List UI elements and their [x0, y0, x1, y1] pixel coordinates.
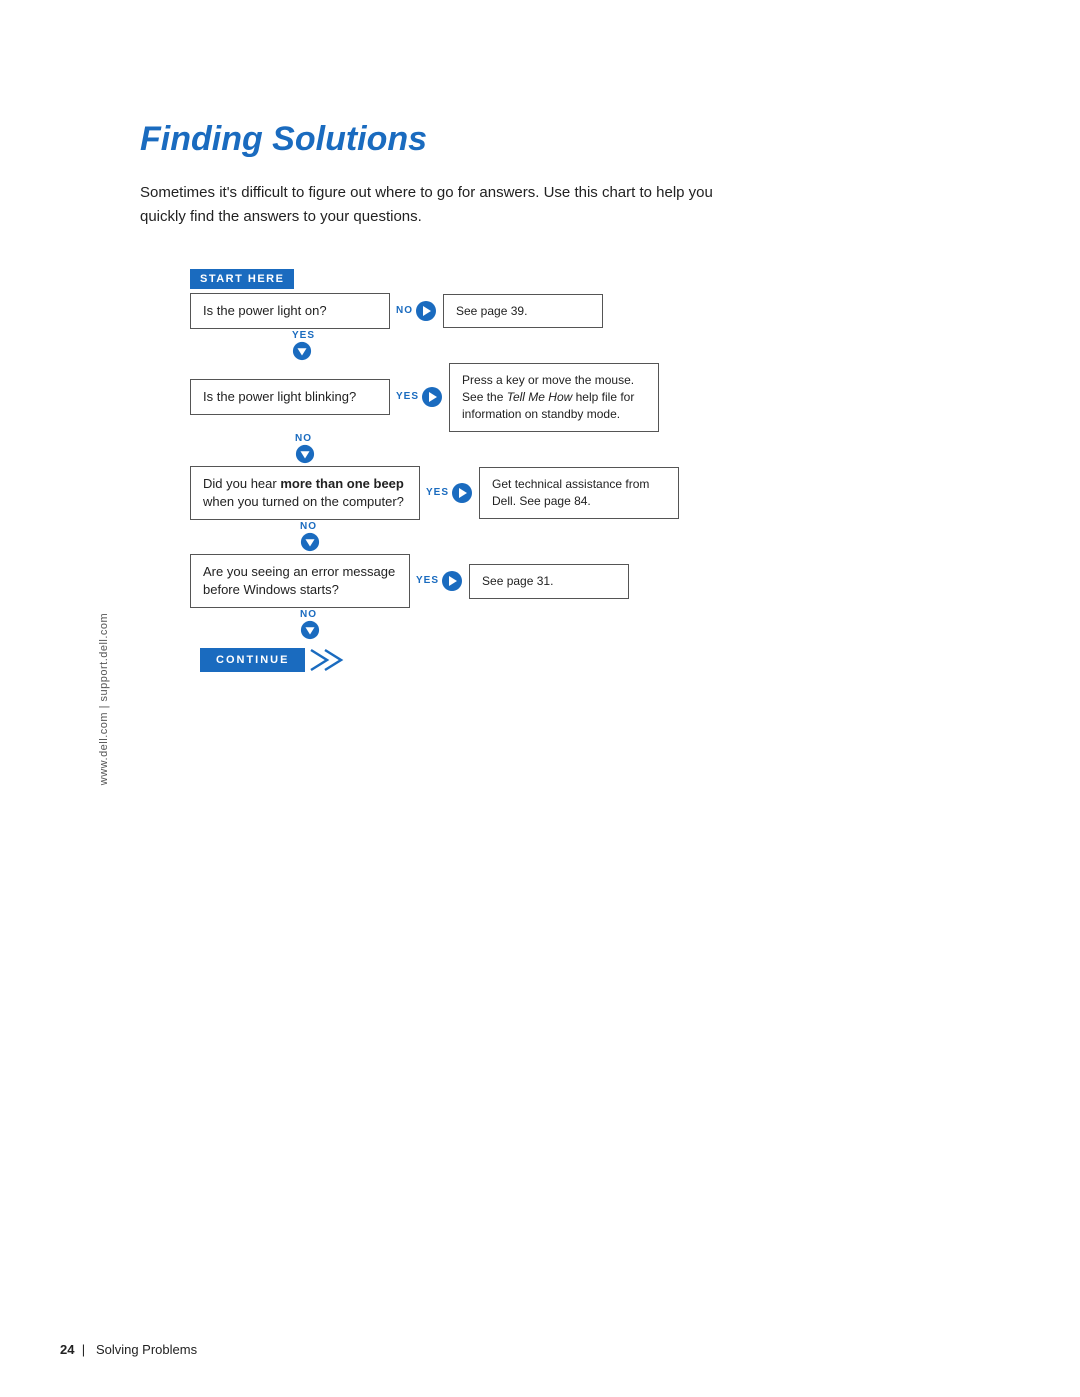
no-down-arrow-2: [295, 444, 315, 464]
continue-label: CONTINUE: [200, 648, 305, 672]
no-arrow-icon-1: [415, 300, 437, 322]
start-here-badge: START HERE: [190, 269, 294, 289]
footer-section: Solving Problems: [96, 1342, 197, 1357]
flow-row-4: Are you seeing an error message before W…: [190, 554, 750, 608]
footer: 24 | Solving Problems: [60, 1342, 197, 1357]
flow-down-2: NO: [210, 434, 750, 464]
page-title: Finding Solutions: [140, 120, 1000, 159]
question-box-1: Is the power light on?: [190, 293, 390, 329]
question-box-4: Are you seeing an error message before W…: [190, 554, 410, 608]
answer-box-3: Get technical assistance from Dell. See …: [479, 467, 679, 519]
question-box-2: Is the power light blinking?: [190, 379, 390, 415]
yes-arrow-icon-3: [451, 482, 473, 504]
yes-connector-3: YES: [426, 482, 473, 504]
continue-arrow-icon: [309, 646, 347, 674]
no-down-arrow-4: [300, 620, 320, 640]
flow-row-1: Is the power light on? NO See page 39.: [190, 293, 750, 329]
flow-down-1: YES: [210, 331, 750, 361]
yes-arrow-icon-2: [421, 386, 443, 408]
answer-box-4: See page 31.: [469, 564, 629, 599]
flow-row-3: Did you hear more than one beep when you…: [190, 466, 750, 520]
continue-button[interactable]: CONTINUE: [200, 646, 347, 674]
footer-separator: |: [78, 1342, 92, 1357]
flowchart: START HERE Is the power light on? NO See…: [190, 269, 750, 674]
yes-connector-4: YES: [416, 570, 463, 592]
flow-down-4: NO: [210, 610, 750, 640]
footer-page-number: 24: [60, 1342, 74, 1357]
no-down-arrow-3: [300, 532, 320, 552]
yes-connector-2: YES: [396, 386, 443, 408]
intro-paragraph: Sometimes it's difficult to figure out w…: [140, 181, 760, 229]
answer-box-2: Press a key or move the mouse. See the T…: [449, 363, 659, 431]
flow-down-3: NO: [210, 522, 750, 552]
flow-row-2: Is the power light blinking? YES Press a…: [190, 363, 750, 431]
yes-arrow-icon-4: [441, 570, 463, 592]
answer-box-1: See page 39.: [443, 294, 603, 329]
sidebar-text: www.dell.com | support.dell.com: [98, 612, 110, 784]
question-box-3: Did you hear more than one beep when you…: [190, 466, 420, 520]
yes-down-arrow-1: [292, 341, 312, 361]
no-connector-1: NO: [396, 300, 437, 322]
